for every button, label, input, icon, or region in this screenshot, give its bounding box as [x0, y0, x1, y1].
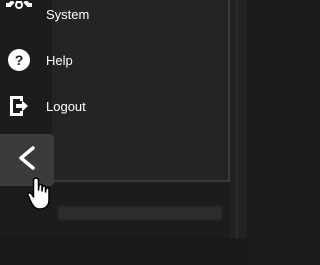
help-icon: ? — [6, 47, 32, 73]
hand-cursor-icon — [26, 176, 56, 212]
chevron-left-icon — [15, 144, 39, 177]
bottom-area — [0, 238, 247, 265]
sidebar-item-label: Logout — [46, 98, 86, 114]
svg-text:?: ? — [15, 52, 24, 68]
sidebar-menu: System ? Help Logout — [0, 0, 100, 130]
sidebar-item-logout[interactable]: Logout — [6, 92, 126, 120]
right-edge-divider — [236, 0, 238, 265]
gear-icon — [6, 1, 32, 27]
app-screen: System ? Help Logout — [0, 0, 247, 265]
sidebar-item-help[interactable]: ? Help — [6, 46, 126, 74]
sidebar-item-label: Help — [46, 52, 73, 68]
sidebar-item-label: System — [46, 6, 90, 22]
logout-icon — [6, 93, 32, 119]
right-edge-panel — [230, 0, 247, 265]
sidebar-item-system[interactable]: System — [6, 0, 126, 28]
faded-status-text — [58, 206, 222, 220]
